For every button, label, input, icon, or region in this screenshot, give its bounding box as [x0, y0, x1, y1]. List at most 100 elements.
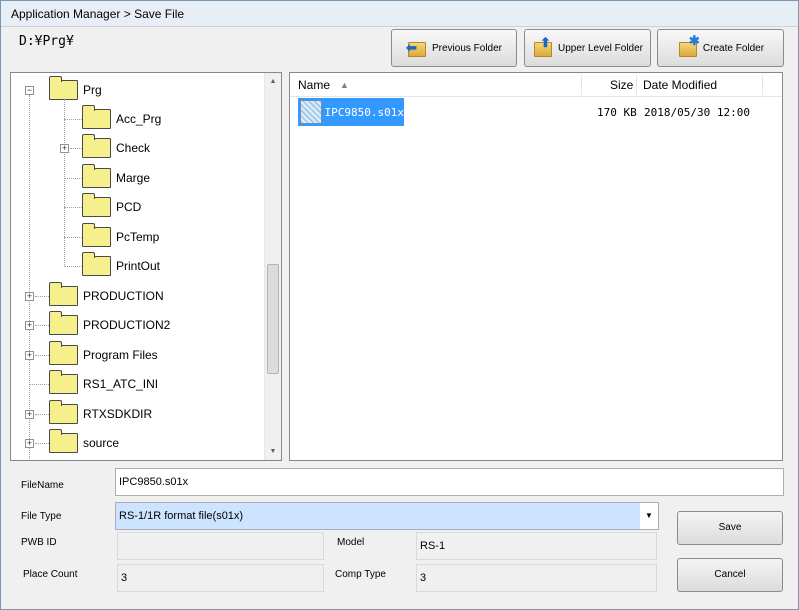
tree-item-label: PCD	[116, 200, 142, 214]
collapse-prg-toggle[interactable]: −	[25, 86, 34, 95]
comp-type-label: Comp Type	[335, 569, 386, 580]
model-label: Model	[337, 537, 365, 548]
sort-ascending-icon: ▲	[340, 80, 349, 90]
save-button[interactable]: Save	[677, 511, 783, 545]
folder-back-arrow-icon: ⬅	[406, 37, 428, 59]
folder-tree[interactable]: − Prg Acc_Prg + Check Marge PCD PcTemp P…	[10, 72, 282, 461]
cancel-button[interactable]: Cancel	[677, 558, 783, 592]
folder-icon	[49, 370, 78, 394]
tree-item-label: PcTemp	[116, 230, 160, 244]
tree-item-check[interactable]: Check	[82, 134, 150, 161]
file-list-header: Name ▲ Size Date Modified	[290, 73, 782, 97]
tree-connector	[29, 384, 49, 385]
folder-icon	[49, 282, 78, 306]
tree-item-label: RTXSDKDIR	[83, 407, 153, 421]
tree-item-label: Program Files	[83, 348, 158, 362]
column-divider[interactable]	[636, 75, 637, 95]
tree-item-printout[interactable]: PrintOut	[82, 252, 161, 279]
column-header-name[interactable]: Name	[298, 73, 330, 97]
tree-item-label: PrintOut	[116, 259, 161, 273]
expand-program-files-toggle[interactable]: +	[25, 351, 34, 360]
file-list[interactable]: Name ▲ Size Date Modified IPC9850.s01x 1…	[289, 72, 783, 461]
tree-connector	[35, 355, 49, 356]
tree-item-production2[interactable]: PRODUCTION2	[49, 311, 171, 338]
folder-icon	[49, 311, 78, 335]
folder-icon	[49, 400, 78, 424]
folder-icon	[82, 164, 111, 188]
tree-item-rs1-atc-ini[interactable]: RS1_ATC_INI	[49, 370, 159, 397]
expand-production-toggle[interactable]: +	[25, 292, 34, 301]
pwb-id-field	[117, 532, 324, 560]
folder-new-icon: ✱	[677, 33, 700, 59]
filetype-select[interactable]: RS-1/1R format file(s01x) ▼	[115, 502, 659, 530]
previous-folder-button[interactable]: ⬅ Previous Folder	[391, 29, 517, 67]
tree-item-production[interactable]: PRODUCTION	[49, 282, 164, 309]
tree-item-label: PRODUCTION2	[83, 318, 171, 332]
column-divider[interactable]	[581, 75, 582, 95]
tree-item-pctemp[interactable]: PcTemp	[82, 223, 160, 250]
save-file-dialog: Application Manager > Save File D:¥Prg¥ …	[0, 0, 799, 610]
column-header-date[interactable]: Date Modified	[643, 73, 717, 97]
tree-item-pcd[interactable]: PCD	[82, 193, 142, 220]
tree-connector	[64, 99, 65, 267]
scroll-down-arrow-icon[interactable]: ▼	[265, 443, 281, 460]
tree-item-acc-prg[interactable]: Acc_Prg	[82, 105, 162, 132]
expand-production2-toggle[interactable]: +	[25, 321, 34, 330]
folder-icon	[82, 223, 111, 247]
file-icon	[300, 100, 322, 124]
tree-connector	[64, 119, 82, 120]
chevron-down-icon[interactable]: ▼	[640, 503, 658, 529]
folder-icon	[49, 341, 78, 365]
tree-connector	[29, 95, 30, 460]
expand-check-toggle[interactable]: +	[60, 144, 69, 153]
folder-icon	[82, 134, 111, 158]
tree-scrollbar[interactable]: ▲ ▼	[264, 73, 281, 460]
filename-input[interactable]: IPC9850.s01x	[115, 468, 784, 496]
file-row[interactable]: IPC9850.s01x 170 KB 2018/05/30 12:00	[298, 97, 778, 126]
folder-icon	[82, 252, 111, 276]
tree-item-label: source	[83, 436, 120, 450]
folder-icon	[49, 76, 78, 100]
upper-level-folder-button[interactable]: ⬆ Upper Level Folder	[524, 29, 651, 67]
tree-item-source[interactable]: source	[49, 429, 120, 456]
filetype-label: File Type	[21, 511, 62, 522]
folder-icon	[82, 193, 111, 217]
tree-connector	[64, 207, 82, 208]
tree-connector	[35, 443, 49, 444]
pwb-id-label: PWB ID	[21, 537, 57, 548]
scroll-up-arrow-icon[interactable]: ▲	[265, 73, 281, 90]
folder-icon	[82, 105, 111, 129]
current-path: D:¥Prg¥	[19, 34, 74, 49]
tree-connector	[64, 237, 82, 238]
folder-up-arrow-icon: ⬆	[532, 35, 554, 59]
tree-item-rtxsdkdir[interactable]: RTXSDKDIR	[49, 400, 153, 427]
create-folder-button[interactable]: ✱ Create Folder	[657, 29, 784, 67]
filetype-value: RS-1/1R format file(s01x)	[119, 510, 244, 522]
tree-item-program-files[interactable]: Program Files	[49, 341, 158, 368]
place-count-label: Place Count	[23, 569, 78, 580]
column-header-size[interactable]: Size	[610, 73, 633, 97]
model-field: RS-1	[416, 532, 657, 560]
tree-connector	[64, 266, 82, 267]
previous-folder-label: Previous Folder	[431, 42, 503, 54]
tree-item-label: Acc_Prg	[116, 112, 162, 126]
file-size: 170 KB	[597, 106, 637, 119]
expand-source-toggle[interactable]: +	[25, 439, 34, 448]
tree-item-label: Marge	[116, 171, 151, 185]
scroll-thumb[interactable]	[267, 264, 279, 374]
column-divider[interactable]	[762, 75, 763, 95]
folder-icon	[49, 429, 78, 453]
tree-connector	[35, 296, 49, 297]
expand-rtxsdkdir-toggle[interactable]: +	[25, 410, 34, 419]
window-title: Application Manager > Save File	[1, 1, 798, 27]
tree-item-label: PRODUCTION	[83, 289, 164, 303]
file-selection[interactable]: IPC9850.s01x	[298, 98, 404, 126]
tree-item-label: RS1_ATC_INI	[83, 377, 159, 391]
tree-item-prg[interactable]: Prg	[49, 76, 102, 103]
tree-item-label: Prg	[83, 83, 102, 97]
file-date-modified: 2018/05/30 12:00	[644, 106, 750, 119]
place-count-field: 3	[117, 564, 324, 592]
filename-label: FileName	[21, 480, 64, 491]
tree-item-marge[interactable]: Marge	[82, 164, 151, 191]
create-folder-label: Create Folder	[702, 42, 765, 54]
